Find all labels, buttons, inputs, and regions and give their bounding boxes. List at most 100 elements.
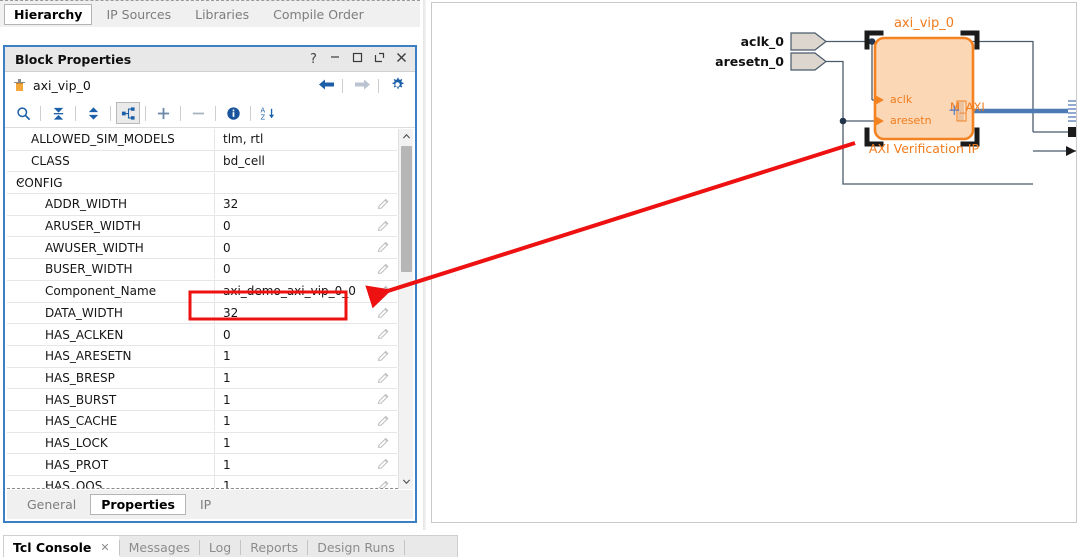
properties-scrollbar[interactable] — [398, 129, 413, 489]
search-icon[interactable] — [11, 102, 35, 124]
property-row[interactable]: ADDR_WIDTH 32 — [7, 194, 397, 216]
info-icon[interactable] — [221, 102, 245, 124]
tab-compile-order[interactable]: Compile Order — [263, 5, 374, 24]
property-row[interactable]: HAS_ARESETN 1 — [7, 346, 397, 368]
chevron-down-icon[interactable] — [16, 177, 25, 186]
expand-all-icon[interactable] — [81, 102, 105, 124]
edit-pencil-icon[interactable] — [377, 480, 390, 489]
tab-properties[interactable]: Properties — [90, 494, 186, 515]
tab-log[interactable]: Log — [200, 536, 240, 557]
scroll-up-button[interactable] — [399, 129, 414, 144]
property-value[interactable]: 0 — [215, 238, 397, 258]
property-value[interactable]: 1 — [215, 411, 397, 431]
edit-pencil-icon[interactable] — [377, 393, 390, 406]
property-row[interactable]: AWUSER_WIDTH 0 — [7, 237, 397, 260]
close-icon[interactable] — [396, 52, 407, 66]
forward-arrow-glyph — [355, 79, 370, 89]
property-row[interactable]: HAS_BURST 1 — [7, 389, 397, 411]
property-value[interactable]: 0 — [215, 259, 397, 279]
external-port-aclk-0[interactable] — [790, 32, 827, 51]
property-row[interactable]: CLASS bd_cell — [7, 151, 397, 173]
tab-ip-sources[interactable]: IP Sources — [96, 5, 181, 24]
property-value[interactable]: 1 — [215, 476, 397, 488]
tab-messages[interactable]: Messages — [120, 536, 199, 557]
edit-pencil-icon[interactable] — [377, 350, 390, 363]
property-name: CLASS — [7, 151, 215, 172]
property-row[interactable]: DATA_WIDTH 32 — [7, 302, 397, 325]
property-row[interactable]: ARUSER_WIDTH 0 — [7, 216, 397, 238]
property-row[interactable]: HAS_ACLKEN 0 — [7, 324, 397, 346]
property-row[interactable]: BUSER_WIDTH 0 — [7, 259, 397, 281]
property-value[interactable]: axi_demo_axi_vip_0_0 — [215, 281, 397, 301]
scroll-down-button[interactable] — [399, 474, 414, 489]
property-value[interactable]: bd_cell — [215, 151, 397, 171]
property-name: Component_Name — [7, 281, 215, 302]
property-value[interactable]: 32 — [215, 194, 397, 214]
edit-pencil-icon[interactable] — [377, 241, 390, 254]
tab-tcl-console-label: Tcl Console — [13, 540, 92, 555]
tree-hierarchy-icon[interactable] — [116, 102, 140, 124]
property-row[interactable]: HAS_BRESP 1 — [7, 367, 397, 390]
vertical-splitter[interactable] — [420, 0, 430, 530]
tab-ip[interactable]: IP — [190, 495, 221, 514]
help-icon[interactable]: ? — [308, 53, 319, 66]
collapse-all-icon[interactable] — [46, 102, 70, 124]
property-name: HAS_LOCK — [7, 432, 215, 453]
tab-design-runs[interactable]: Design Runs — [308, 536, 404, 557]
forward-arrow-icon[interactable] — [354, 78, 371, 94]
edit-pencil-icon[interactable] — [377, 415, 390, 428]
gear-glyph — [392, 77, 404, 89]
property-row[interactable]: CONFIG — [7, 172, 397, 195]
divider — [342, 78, 343, 93]
float-icon[interactable] — [374, 52, 385, 66]
property-row[interactable]: HAS_CACHE 1 — [7, 411, 397, 433]
tab-hierarchy[interactable]: Hierarchy — [4, 3, 93, 25]
property-value[interactable]: tlm, rtl — [215, 129, 397, 149]
property-row[interactable]: HAS_QOS 1 — [7, 476, 397, 489]
block-properties-window: Block Properties ? axi_vip_0 A Z ALLOWED… — [3, 45, 417, 523]
minimize-glyph — [331, 56, 339, 58]
minimize-icon[interactable] — [330, 49, 341, 63]
expand-m-axi-icon[interactable]: + — [948, 101, 961, 119]
tab-tcl-console[interactable]: Tcl Console ✕ — [4, 536, 119, 557]
back-arrow-icon[interactable] — [318, 78, 335, 94]
tree-hierarchy-glyph — [121, 106, 135, 120]
edit-pencil-icon[interactable] — [377, 285, 390, 298]
tab-reports[interactable]: Reports — [241, 536, 307, 557]
edit-pencil-icon[interactable] — [377, 220, 390, 233]
property-value[interactable]: 32 — [215, 303, 397, 323]
property-value[interactable]: 0 — [215, 216, 397, 236]
scrollbar-thumb[interactable] — [401, 146, 412, 272]
properties-table[interactable]: ALLOWED_SIM_MODELS tlm, rtl CLASS bd_cell CO… — [7, 129, 413, 489]
edit-pencil-icon[interactable] — [377, 328, 390, 341]
edit-pencil-icon[interactable] — [377, 263, 390, 276]
property-value[interactable]: 0 — [215, 325, 397, 345]
settings-gear-icon[interactable] — [390, 77, 405, 95]
property-row[interactable]: HAS_PROT 1 — [7, 454, 397, 476]
edit-pencil-icon[interactable] — [377, 372, 390, 385]
property-row[interactable]: ALLOWED_SIM_MODELS tlm, rtl — [7, 129, 397, 151]
remove-icon[interactable] — [186, 102, 210, 124]
close-icon[interactable]: ✕ — [100, 541, 109, 554]
divider — [180, 105, 181, 121]
sort-az-icon[interactable]: A Z — [256, 102, 280, 124]
edit-pencil-icon[interactable] — [377, 198, 390, 211]
add-icon[interactable] — [151, 102, 175, 124]
property-value[interactable]: 1 — [215, 390, 397, 410]
properties-rows: ALLOWED_SIM_MODELS tlm, rtl CLASS bd_cell CO… — [7, 129, 397, 489]
property-value[interactable]: 1 — [215, 368, 397, 388]
external-port-aresetn-0[interactable] — [790, 52, 827, 71]
edit-pencil-icon[interactable] — [377, 307, 390, 320]
edit-pencil-icon[interactable] — [377, 458, 390, 471]
property-row[interactable]: Component_Name axi_demo_axi_vip_0_0 — [7, 281, 397, 303]
tab-general[interactable]: General — [17, 495, 86, 514]
block-design-canvas[interactable]: axi_vip_0 aclk aresetn M_AXI + AXI Verif… — [431, 2, 1077, 523]
property-value[interactable]: 1 — [215, 455, 397, 475]
pin-label-aclk: aclk — [890, 93, 913, 106]
property-value[interactable]: 1 — [215, 433, 397, 453]
property-value[interactable]: 1 — [215, 346, 397, 366]
edit-pencil-icon[interactable] — [377, 437, 390, 450]
property-row[interactable]: HAS_LOCK 1 — [7, 432, 397, 455]
maximize-icon[interactable] — [352, 52, 363, 66]
tab-libraries[interactable]: Libraries — [185, 5, 259, 24]
